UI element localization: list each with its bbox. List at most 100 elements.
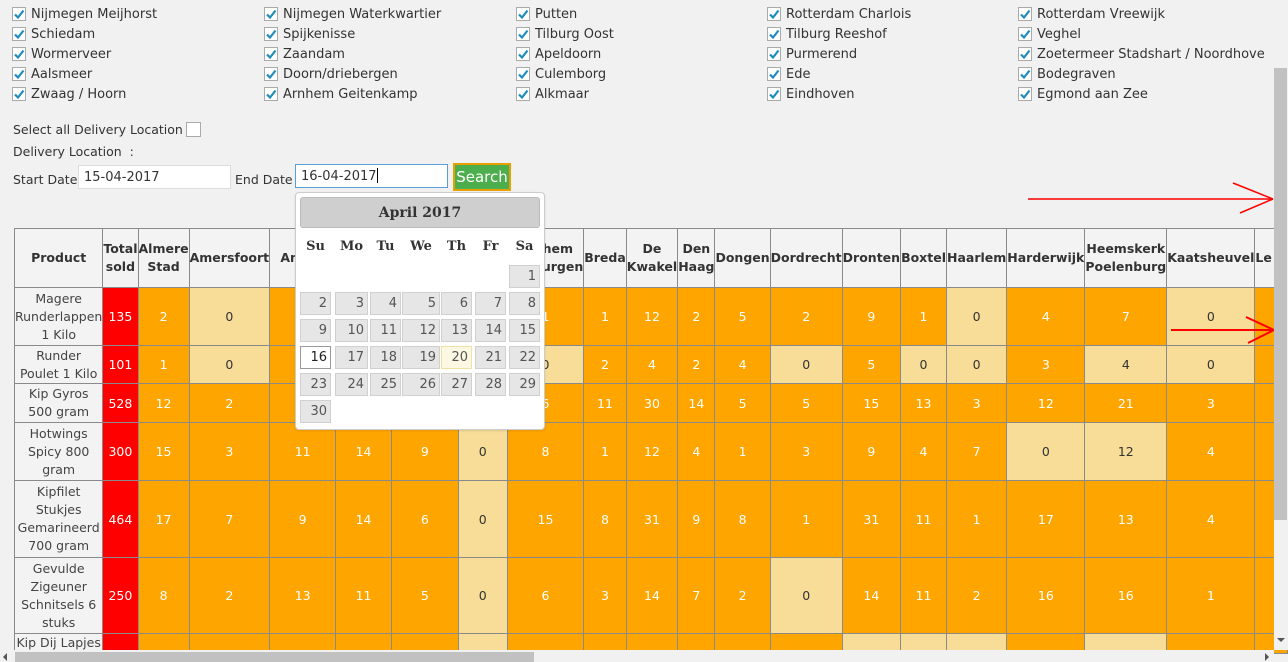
location-checkbox-item[interactable]: Zwaag / Hoorn [12, 84, 126, 104]
scroll-down-arrow-icon[interactable] [1277, 638, 1285, 642]
location-checkbox-item[interactable]: Nijmegen Meijhorst [12, 4, 157, 24]
location-checkbox[interactable] [767, 87, 781, 101]
column-header[interactable]: Haarlem [945, 228, 1008, 288]
calendar-day[interactable]: 15 [509, 319, 540, 342]
horizontal-scrollbar-thumb[interactable] [15, 652, 534, 662]
vertical-scrollbar-thumb[interactable] [1274, 68, 1287, 520]
calendar-day[interactable]: 12 [402, 319, 440, 342]
calendar-day[interactable]: 3 [335, 292, 368, 315]
calendar-day[interactable]: 20 [441, 346, 472, 369]
location-checkbox[interactable] [767, 27, 781, 41]
column-header[interactable]: Boxtel [900, 228, 947, 288]
location-checkbox[interactable] [1018, 47, 1032, 61]
end-date-input[interactable]: 16-04-2017 [295, 164, 448, 188]
calendar-day[interactable]: 19 [402, 346, 440, 369]
calendar-day[interactable]: 18 [370, 346, 401, 369]
calendar-day[interactable]: 11 [370, 319, 401, 342]
location-checkbox[interactable] [264, 7, 278, 21]
column-header[interactable]: Kaatsheuvel [1166, 228, 1256, 288]
location-checkbox-item[interactable]: Rotterdam Charlois [767, 4, 911, 24]
column-header[interactable]: Dongen [714, 228, 771, 288]
location-checkbox-item[interactable]: Apeldoorn [516, 44, 601, 64]
location-checkbox-item[interactable]: Rotterdam Vreewijk [1018, 4, 1165, 24]
location-checkbox[interactable] [12, 7, 26, 21]
location-checkbox-item[interactable]: Eindhoven [767, 84, 854, 104]
calendar-day[interactable]: 5 [402, 292, 440, 315]
location-checkbox[interactable] [767, 7, 781, 21]
column-header[interactable]: Total sold [102, 228, 139, 288]
location-checkbox-item[interactable]: Tilburg Oost [516, 24, 614, 44]
column-header[interactable]: Dronten [841, 228, 902, 288]
calendar-day[interactable]: 27 [441, 373, 472, 396]
column-header[interactable]: Den Haag [677, 228, 716, 288]
location-checkbox-item[interactable]: Zoetermeer Stadshart / Noordhove [1018, 44, 1265, 64]
column-header[interactable]: Product [13, 228, 104, 288]
column-header[interactable]: De Kwakel [625, 228, 679, 288]
location-checkbox-item[interactable]: Doorn/driebergen [264, 64, 398, 84]
calendar-day[interactable]: 4 [370, 292, 401, 315]
calendar-day[interactable]: 8 [509, 292, 540, 315]
calendar-day[interactable]: 7 [475, 292, 506, 315]
location-checkbox-item[interactable]: Culemborg [516, 64, 606, 84]
location-checkbox[interactable] [1018, 67, 1032, 81]
location-checkbox[interactable] [1018, 87, 1032, 101]
calendar-day[interactable]: 17 [335, 346, 368, 369]
location-checkbox-item[interactable]: Egmond aan Zee [1018, 84, 1148, 104]
calendar-day[interactable]: 28 [475, 373, 506, 396]
location-checkbox[interactable] [264, 47, 278, 61]
location-checkbox-item[interactable]: Ede [767, 64, 810, 84]
start-date-input[interactable]: 15-04-2017 [78, 165, 231, 189]
calendar-day[interactable]: 26 [402, 373, 440, 396]
location-checkbox-item[interactable]: Tilburg Reeshof [767, 24, 887, 44]
calendar-day[interactable]: 13 [441, 319, 472, 342]
location-checkbox-item[interactable]: Aalsmeer [12, 64, 92, 84]
calendar-day[interactable]: 21 [475, 346, 506, 369]
location-checkbox-item[interactable]: Schiedam [12, 24, 95, 44]
column-header[interactable]: Harderwijk [1006, 228, 1086, 288]
calendar-day[interactable]: 24 [335, 373, 368, 396]
column-header[interactable]: Almere Stad [137, 228, 190, 288]
calendar-day[interactable]: 30 [300, 400, 331, 423]
calendar-day[interactable]: 23 [300, 373, 331, 396]
column-header[interactable]: Dordrecht [769, 228, 843, 288]
calendar-day[interactable]: 25 [370, 373, 401, 396]
location-checkbox[interactable] [1018, 27, 1032, 41]
location-checkbox-item[interactable]: Zaandam [264, 44, 345, 64]
calendar-day[interactable]: 14 [475, 319, 506, 342]
location-checkbox-item[interactable]: Nijmegen Waterkwartier [264, 4, 441, 24]
location-checkbox[interactable] [12, 67, 26, 81]
location-checkbox-item[interactable]: Veghel [1018, 24, 1081, 44]
scroll-right-arrow-icon[interactable] [1265, 653, 1269, 661]
location-checkbox[interactable] [12, 87, 26, 101]
calendar-day[interactable]: 22 [509, 346, 540, 369]
calendar-day[interactable]: 9 [300, 319, 331, 342]
location-checkbox[interactable] [1018, 7, 1032, 21]
location-checkbox-item[interactable]: Arnhem Geitenkamp [264, 84, 417, 104]
calendar-day[interactable]: 2 [300, 292, 331, 315]
location-checkbox-item[interactable]: Bodegraven [1018, 64, 1116, 84]
location-checkbox[interactable] [516, 47, 530, 61]
location-checkbox[interactable] [516, 27, 530, 41]
column-header[interactable]: Heemskerk Poelenburg [1084, 228, 1168, 288]
location-checkbox-item[interactable]: Alkmaar [516, 84, 589, 104]
location-checkbox-item[interactable]: Spijkenisse [264, 24, 355, 44]
calendar-day[interactable]: 16 [300, 346, 331, 369]
location-checkbox[interactable] [264, 87, 278, 101]
location-checkbox-item[interactable]: Wormerveer [12, 44, 111, 64]
calendar-day[interactable]: 1 [509, 265, 540, 288]
location-checkbox-item[interactable]: Putten [516, 4, 577, 24]
calendar-day[interactable]: 29 [509, 373, 540, 396]
location-checkbox[interactable] [516, 67, 530, 81]
location-checkbox[interactable] [516, 7, 530, 21]
location-checkbox[interactable] [264, 27, 278, 41]
location-checkbox[interactable] [516, 87, 530, 101]
location-checkbox[interactable] [12, 47, 26, 61]
calendar-day[interactable]: 10 [335, 319, 368, 342]
column-header[interactable]: Breda [583, 228, 627, 288]
search-button[interactable]: Search [453, 163, 511, 191]
location-checkbox[interactable] [767, 67, 781, 81]
calendar-day[interactable]: 6 [441, 292, 472, 315]
location-checkbox[interactable] [767, 47, 781, 61]
location-checkbox-item[interactable]: Purmerend [767, 44, 857, 64]
column-header[interactable]: Amersfoort [188, 228, 271, 288]
